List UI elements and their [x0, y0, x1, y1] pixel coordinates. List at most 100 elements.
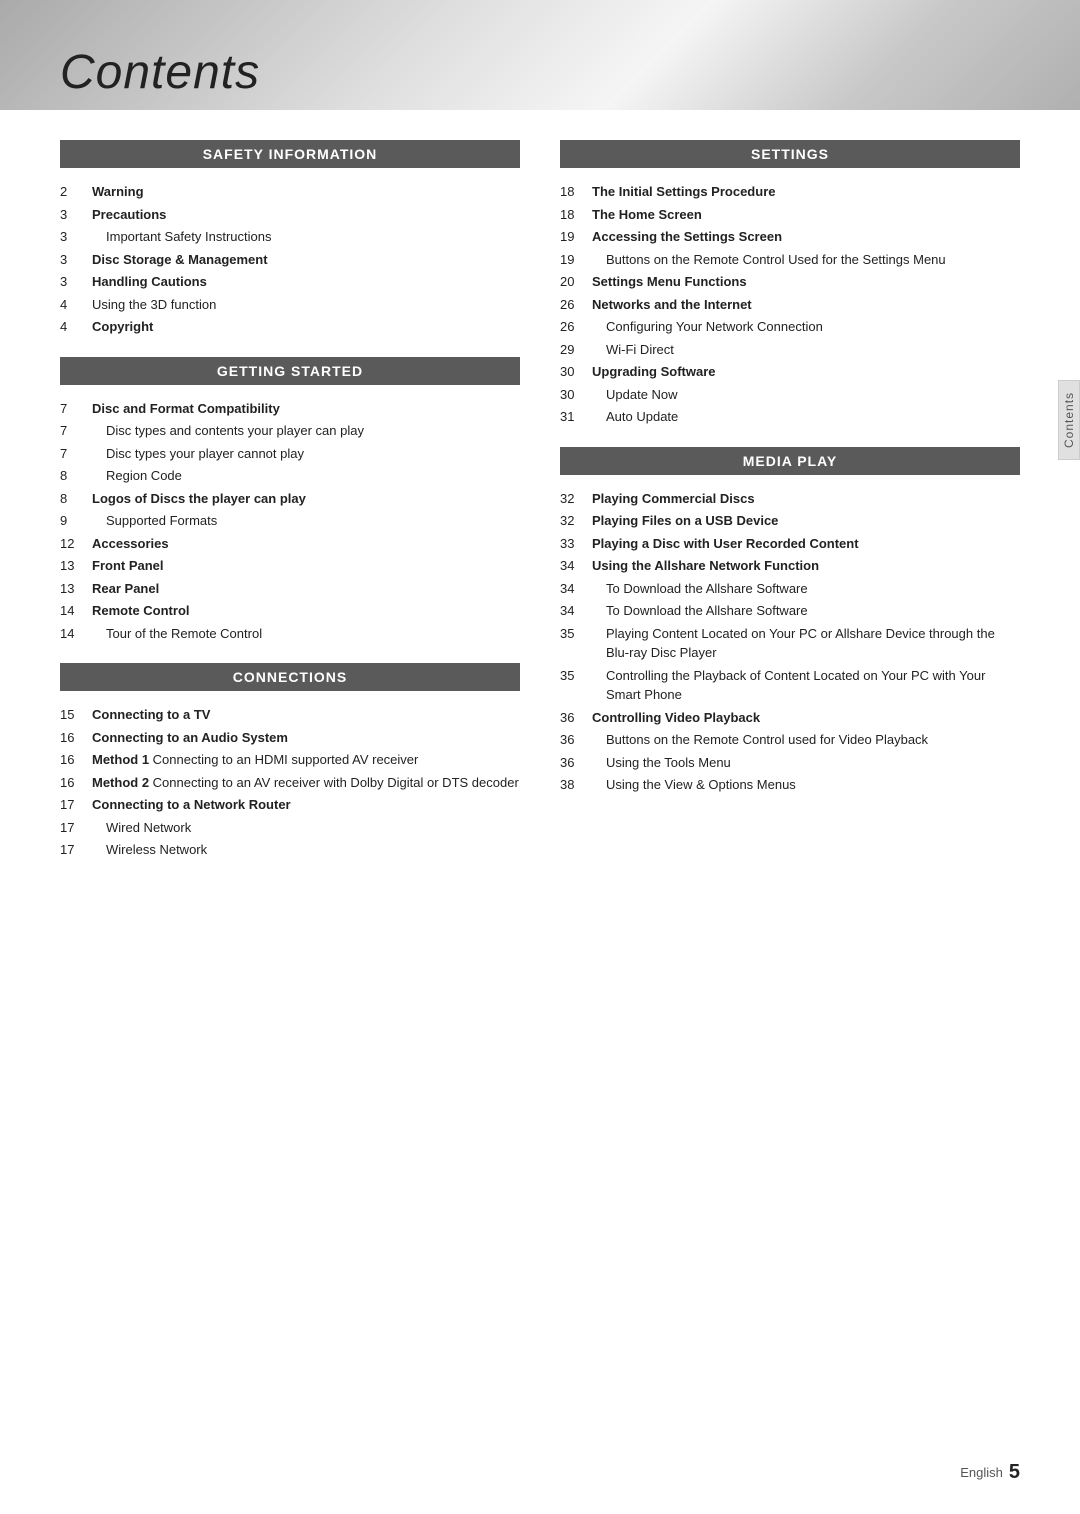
toc-text: Playing a Disc with User Recorded Conten…: [592, 534, 1020, 554]
toc-text: The Initial Settings Procedure: [592, 182, 1020, 202]
section-header-getting_started: GETTING STARTED: [60, 357, 520, 385]
toc-entry: 19Accessing the Settings Screen: [560, 227, 1020, 247]
toc-text: Connecting to a TV: [92, 705, 520, 725]
toc-entry: 34Using the Allshare Network Function: [560, 556, 1020, 576]
toc-num: 17: [60, 840, 92, 860]
toc-entry: 13Front Panel: [60, 556, 520, 576]
toc-text: Front Panel: [92, 556, 520, 576]
toc-text: Supported Formats: [92, 511, 520, 531]
toc-entry: 13Rear Panel: [60, 579, 520, 599]
toc-num: 36: [560, 730, 592, 750]
toc-text: Region Code: [92, 466, 520, 486]
toc-num: 3: [60, 272, 92, 292]
toc-text: Buttons on the Remote Control used for V…: [592, 730, 1020, 750]
toc-text: Settings Menu Functions: [592, 272, 1020, 292]
toc-num: 26: [560, 317, 592, 337]
toc-text: Update Now: [592, 385, 1020, 405]
toc-entry: 3Handling Cautions: [60, 272, 520, 292]
toc-num: 3: [60, 250, 92, 270]
toc-num: 17: [60, 795, 92, 815]
toc-entry: 7Disc and Format Compatibility: [60, 399, 520, 419]
toc-num: 3: [60, 205, 92, 225]
toc-text: Wired Network: [92, 818, 520, 838]
toc-num: 31: [560, 407, 592, 427]
toc-text: Playing Content Located on Your PC or Al…: [592, 624, 1020, 663]
toc-num: 34: [560, 579, 592, 599]
toc-entry: 12Accessories: [60, 534, 520, 554]
toc-entry: 17Wired Network: [60, 818, 520, 838]
toc-num: 4: [60, 295, 92, 315]
toc-entry: 32Playing Files on a USB Device: [560, 511, 1020, 531]
toc-num: 14: [60, 624, 92, 644]
toc-text: Using the View & Options Menus: [592, 775, 1020, 795]
toc-entry: 9Supported Formats: [60, 511, 520, 531]
left-column: SAFETY INFORMATION2Warning3Precautions3I…: [60, 140, 520, 863]
toc-num: 16: [60, 773, 92, 793]
footer-page: 5: [1009, 1461, 1020, 1484]
toc-entry: 38Using the View & Options Menus: [560, 775, 1020, 795]
toc-entry: 4Using the 3D function: [60, 295, 520, 315]
toc-entry: 2Warning: [60, 182, 520, 202]
toc-text: Controlling the Playback of Content Loca…: [592, 666, 1020, 705]
toc-text: Configuring Your Network Connection: [592, 317, 1020, 337]
toc-num: 7: [60, 399, 92, 419]
toc-entry: 3Disc Storage & Management: [60, 250, 520, 270]
toc-entry: 18The Home Screen: [560, 205, 1020, 225]
toc-entry: 36Buttons on the Remote Control used for…: [560, 730, 1020, 750]
toc-entry: 14Tour of the Remote Control: [60, 624, 520, 644]
toc-num: 30: [560, 362, 592, 382]
toc-text: Auto Update: [592, 407, 1020, 427]
toc-num: 36: [560, 753, 592, 773]
toc-num: 26: [560, 295, 592, 315]
main-content: SAFETY INFORMATION2Warning3Precautions3I…: [0, 110, 1080, 923]
toc-entry: 16Method 2 Connecting to an AV receiver …: [60, 773, 520, 793]
section-header-connections: CONNECTIONS: [60, 663, 520, 691]
toc-text: Method 2 Connecting to an AV receiver wi…: [92, 773, 520, 793]
toc-entry: 16Connecting to an Audio System: [60, 728, 520, 748]
toc-text: Logos of Discs the player can play: [92, 489, 520, 509]
toc-text: Disc types and contents your player can …: [92, 421, 520, 441]
toc-text: Accessing the Settings Screen: [592, 227, 1020, 247]
toc-entry: 7Disc types your player cannot play: [60, 444, 520, 464]
toc-entry: 3Precautions: [60, 205, 520, 225]
toc-entry: 4Copyright: [60, 317, 520, 337]
toc-entry: 7Disc types and contents your player can…: [60, 421, 520, 441]
toc-entry: 35Controlling the Playback of Content Lo…: [560, 666, 1020, 705]
toc-text: To Download the Allshare Software: [592, 579, 1020, 599]
toc-num: 16: [60, 728, 92, 748]
toc-text: Method 1 Connecting to an HDMI supported…: [92, 750, 520, 770]
toc-text: Precautions: [92, 205, 520, 225]
toc-num: 16: [60, 750, 92, 770]
toc-text: Buttons on the Remote Control Used for t…: [592, 250, 1020, 270]
page-title: Contents: [60, 45, 260, 100]
toc-num: 15: [60, 705, 92, 725]
toc-num: 4: [60, 317, 92, 337]
toc-entry: 15Connecting to a TV: [60, 705, 520, 725]
section-header-settings: SETTINGS: [560, 140, 1020, 168]
right-column: SETTINGS 18The Initial Settings Procedure…: [560, 140, 1020, 863]
toc-num: 38: [560, 775, 592, 795]
toc-entry: 33Playing a Disc with User Recorded Cont…: [560, 534, 1020, 554]
toc-entry: 35Playing Content Located on Your PC or …: [560, 624, 1020, 663]
toc-entry: 36Using the Tools Menu: [560, 753, 1020, 773]
toc-text: Connecting to a Network Router: [92, 795, 520, 815]
toc-text: Rear Panel: [92, 579, 520, 599]
toc-num: 29: [560, 340, 592, 360]
toc-num: 19: [560, 250, 592, 270]
toc-num: 12: [60, 534, 92, 554]
toc-num: 8: [60, 489, 92, 509]
toc-text: Wireless Network: [92, 840, 520, 860]
toc-entry: 32Playing Commercial Discs: [560, 489, 1020, 509]
toc-entry: 20Settings Menu Functions: [560, 272, 1020, 292]
toc-text: Accessories: [92, 534, 520, 554]
toc-num: 35: [560, 624, 592, 663]
toc-num: 20: [560, 272, 592, 292]
toc-text: Tour of the Remote Control: [92, 624, 520, 644]
toc-text: Disc and Format Compatibility: [92, 399, 520, 419]
section-header-media_play: MEDIA PLAY: [560, 447, 1020, 475]
toc-text: Controlling Video Playback: [592, 708, 1020, 728]
toc-text: Using the Tools Menu: [592, 753, 1020, 773]
toc-num: 18: [560, 182, 592, 202]
toc-entry: 8Region Code: [60, 466, 520, 486]
toc-entry: 26Networks and the Internet: [560, 295, 1020, 315]
